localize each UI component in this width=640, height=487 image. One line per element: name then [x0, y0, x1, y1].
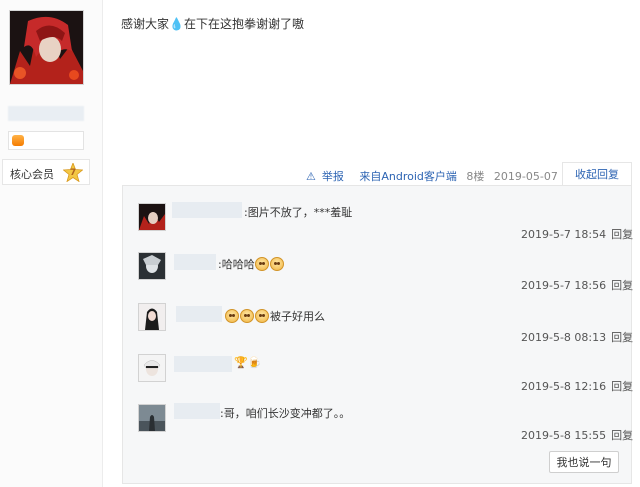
comment-username-blurred[interactable]: [172, 202, 242, 218]
comment-text: :图片不放了，***羞耻: [244, 206, 353, 219]
comment-text: :哥，咱们长沙变冲都了。。: [220, 407, 351, 420]
post-floor: 8楼: [466, 170, 485, 183]
trophy-icon: 🏆: [234, 356, 248, 369]
post-source[interactable]: 来自Android客户端: [359, 170, 457, 183]
add-comment-button[interactable]: 我也说一句: [549, 451, 619, 473]
laughing-emoji-icon: [269, 257, 284, 271]
badge-box: [8, 131, 84, 150]
post-tail: ⚠ 举报 来自Android客户端 8楼 2019-05-07 18:53: [306, 168, 599, 184]
member-label: 核心会员: [10, 168, 54, 181]
comment-reply-link[interactable]: 回复: [611, 331, 633, 344]
comment-meta: 2019-5-8 15:55 回复: [521, 427, 633, 443]
surprised-emoji-icon: [255, 309, 269, 323]
report-link[interactable]: ⚠ 举报: [306, 170, 353, 183]
comment-meta: 2019-5-8 12:16 回复: [521, 378, 633, 394]
comment-avatar[interactable]: [138, 252, 166, 280]
comment-time: 2019-5-7 18:56: [521, 279, 607, 292]
comment-avatar[interactable]: [138, 203, 166, 231]
collapse-replies-button[interactable]: 收起回复: [562, 162, 632, 186]
author-name-blurred[interactable]: [8, 106, 84, 121]
comment-avatar[interactable]: [138, 303, 166, 331]
comment-meta: 2019-5-7 18:56 回复: [521, 277, 633, 293]
comment-reply-link[interactable]: 回复: [611, 429, 633, 442]
comment-time: 2019-5-8 08:13: [521, 331, 607, 344]
comment-meta: 2019-5-8 08:13 回复: [521, 329, 633, 345]
author-avatar[interactable]: [9, 10, 84, 85]
comment-avatar[interactable]: [138, 404, 166, 432]
comment-username-blurred[interactable]: [174, 356, 232, 372]
comment-reply-link[interactable]: 回复: [611, 228, 633, 241]
surprised-emoji-icon: [240, 309, 254, 323]
comment-text: :哈哈哈: [218, 256, 285, 272]
beer-icon: 🍺: [247, 356, 262, 369]
member-level-number: 7: [69, 167, 77, 178]
member-level-icon: 7: [63, 163, 83, 182]
core-member-badge[interactable]: 核心会员 7: [2, 159, 90, 185]
comment-meta: 2019-5-7 18:54 回复: [521, 226, 633, 242]
comment-time: 2019-5-8 12:16: [521, 380, 607, 393]
warning-icon: ⚠: [306, 170, 316, 183]
comment-avatar[interactable]: [138, 354, 166, 382]
comment-reply-link[interactable]: 回复: [611, 380, 633, 393]
comment-text: 被子好用么: [225, 308, 325, 324]
game-badge-icon[interactable]: [12, 135, 24, 146]
author-column: 核心会员 7: [0, 0, 103, 487]
comment-text: 🏆🍺: [234, 356, 261, 369]
comment-username-blurred[interactable]: [174, 403, 220, 419]
comment-username-blurred[interactable]: [174, 254, 216, 270]
comment-reply-link[interactable]: 回复: [611, 279, 633, 292]
surprised-emoji-icon: [225, 309, 239, 323]
comment-time: 2019-5-8 15:55: [521, 429, 607, 442]
laughing-emoji-icon: [254, 257, 269, 271]
post-content: 感谢大家💧在下在这抱拳谢谢了嗷: [121, 17, 304, 31]
comment-time: 2019-5-7 18:54: [521, 228, 607, 241]
comment-username-blurred[interactable]: [176, 306, 222, 322]
